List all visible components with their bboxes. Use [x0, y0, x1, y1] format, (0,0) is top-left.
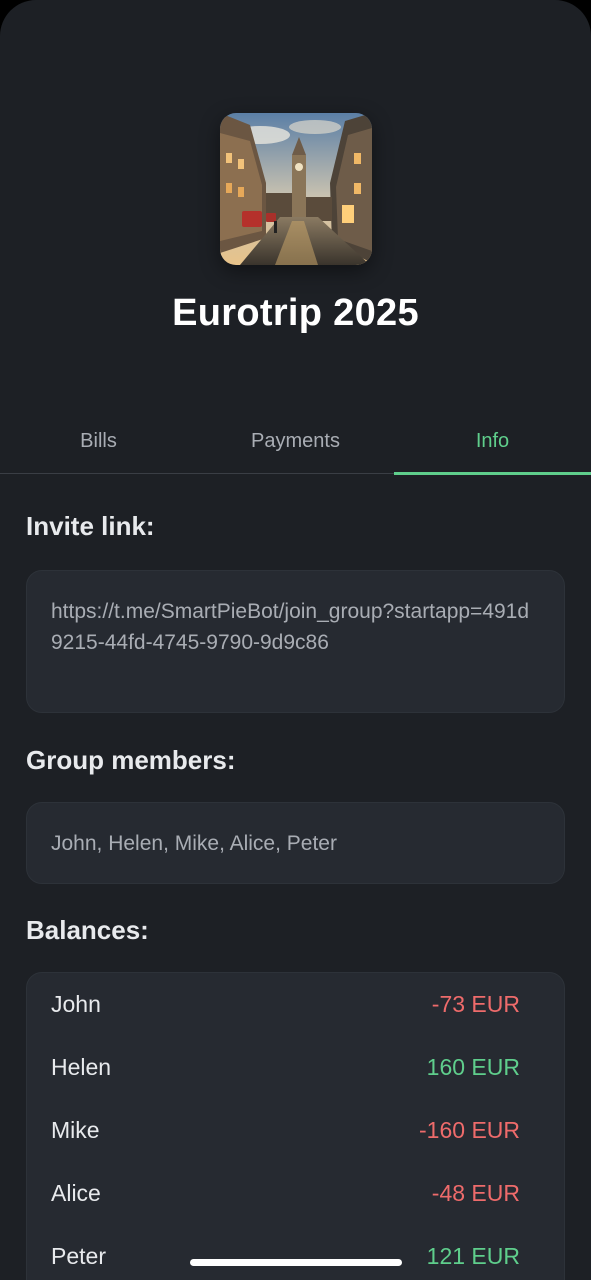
tab-bills[interactable]: Bills: [0, 410, 197, 473]
balance-row: John -73 EUR: [51, 973, 520, 1036]
tab-bar: Bills Payments Info: [0, 410, 591, 475]
balance-name: Helen: [51, 1054, 112, 1080]
balances-list: John -73 EUR Helen 160 EUR Mike -160 EUR…: [26, 972, 565, 1280]
balance-row: Peter 121 EUR: [51, 1225, 520, 1280]
balance-amount: 160 EUR: [426, 1054, 520, 1080]
group-cover-image: [220, 113, 372, 265]
group-members-heading: Group members:: [26, 745, 236, 775]
balances-heading: Balances:: [26, 915, 149, 945]
balance-amount: -73 EUR: [431, 991, 520, 1017]
balance-name: John: [51, 991, 101, 1017]
home-indicator[interactable]: [190, 1259, 402, 1266]
invite-link-heading: Invite link:: [26, 511, 155, 541]
balance-name: Mike: [51, 1117, 100, 1143]
balance-name: Peter: [51, 1243, 106, 1269]
balance-name: Alice: [51, 1180, 101, 1206]
balance-row: Helen 160 EUR: [51, 1036, 520, 1099]
group-info-screen: Eurotrip 2025 Bills Payments Info Invite…: [0, 0, 591, 1280]
tab-info[interactable]: Info: [394, 410, 591, 475]
balance-row: Mike -160 EUR: [51, 1099, 520, 1162]
balance-amount: -48 EUR: [431, 1180, 520, 1206]
balance-row: Alice -48 EUR: [51, 1162, 520, 1225]
invite-link-field[interactable]: https://t.me/SmartPieBot/join_group?star…: [26, 570, 565, 713]
balance-amount: 121 EUR: [426, 1243, 520, 1269]
balance-amount: -160 EUR: [419, 1117, 520, 1143]
group-title: Eurotrip 2025: [172, 292, 419, 334]
london-street-photo-icon: [220, 113, 372, 265]
group-members-list: John, Helen, Mike, Alice, Peter: [26, 802, 565, 884]
tab-payments[interactable]: Payments: [197, 410, 394, 473]
